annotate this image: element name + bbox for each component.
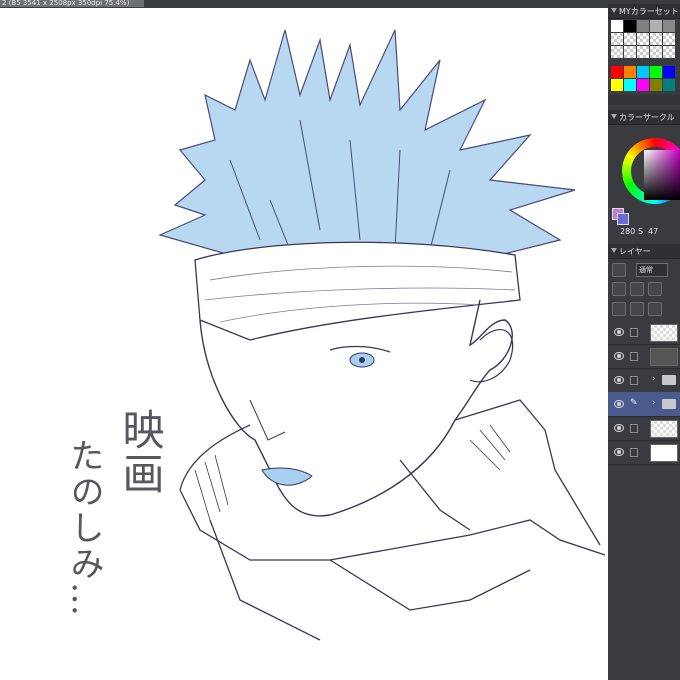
- saturation-value-square[interactable]: [644, 150, 680, 200]
- collapse-icon: [611, 248, 617, 253]
- swatch[interactable]: [611, 79, 623, 91]
- pen-icon: ✎: [630, 398, 638, 408]
- reference-button[interactable]: [648, 282, 662, 296]
- swatch[interactable]: [650, 33, 662, 45]
- eye-icon[interactable]: [614, 376, 624, 384]
- document-titlebar: 2 (B5 3541 x 2508px 350dpi 75.4%): [0, 0, 608, 8]
- s-value: 47: [648, 227, 659, 236]
- swatch[interactable]: [663, 66, 675, 78]
- swatch[interactable]: [663, 79, 675, 91]
- swatch[interactable]: [663, 20, 675, 32]
- lips: [261, 467, 313, 486]
- document-tab[interactable]: 2 (B5 3541 x 2508px 350dpi 75.4%): [0, 0, 144, 7]
- handwritten-text-2: たのしみ…: [64, 438, 104, 618]
- lock-button[interactable]: [630, 282, 644, 296]
- swatch[interactable]: [624, 20, 636, 32]
- hue-value: 280: [620, 227, 636, 236]
- color-set-footer: [608, 95, 680, 105]
- layer-thumbnail: [650, 324, 678, 342]
- sub-color-swatch[interactable]: [617, 213, 629, 225]
- eye-icon[interactable]: [614, 352, 624, 360]
- layer-thumbnail: [650, 420, 678, 438]
- layer-thumbnail: [650, 348, 678, 366]
- color-circle-title: カラーサークル: [619, 113, 675, 122]
- new-folder-button[interactable]: [630, 302, 644, 316]
- layer-thumbnail: [650, 444, 678, 462]
- lock-icon[interactable]: [630, 352, 638, 361]
- collapse-icon: [611, 8, 617, 13]
- lock-icon[interactable]: [630, 448, 638, 457]
- handwritten-text-1: 映画: [116, 408, 165, 496]
- swatch[interactable]: [611, 66, 623, 78]
- layer-row-folder-selected[interactable]: ✎ ›: [608, 392, 680, 417]
- color-set-header[interactable]: MYカラーセット: [608, 4, 680, 19]
- lock-icon[interactable]: [630, 424, 638, 433]
- swatch[interactable]: [650, 79, 662, 91]
- eye-icon[interactable]: [614, 400, 624, 408]
- eye-icon[interactable]: [614, 448, 624, 456]
- swatch[interactable]: [611, 33, 623, 45]
- drawing-canvas[interactable]: 映画 たのしみ…: [0, 8, 608, 680]
- lock-icon[interactable]: [630, 328, 638, 337]
- swatch[interactable]: [624, 46, 636, 58]
- layer-header[interactable]: レイヤー: [608, 244, 680, 259]
- eye-icon[interactable]: [614, 328, 624, 336]
- new-layer-button[interactable]: [612, 302, 626, 316]
- layer-row[interactable]: [608, 320, 680, 345]
- swatch[interactable]: [637, 79, 649, 91]
- layer-actions-row: [608, 300, 680, 316]
- swatch[interactable]: [624, 33, 636, 45]
- collapse-icon: [611, 114, 617, 119]
- swatch[interactable]: [663, 46, 675, 58]
- swatch[interactable]: [637, 46, 649, 58]
- collar: [179, 399, 606, 641]
- hair: [158, 29, 576, 276]
- swatch[interactable]: [663, 33, 675, 45]
- blend-mode-select[interactable]: 通常: [636, 263, 668, 277]
- layer-row[interactable]: [608, 344, 680, 369]
- folder-icon: [662, 399, 676, 409]
- eye-icon[interactable]: [614, 424, 624, 432]
- swatch[interactable]: [611, 46, 623, 58]
- layer-tools-row: [608, 280, 680, 296]
- color-set-title: MYカラーセット: [619, 7, 679, 16]
- clip-button[interactable]: [612, 282, 626, 296]
- delete-layer-button[interactable]: [648, 302, 662, 316]
- swatch[interactable]: [611, 20, 623, 32]
- swatch[interactable]: [650, 66, 662, 78]
- s-label: S: [638, 227, 644, 236]
- layer-row-paper[interactable]: [608, 440, 680, 465]
- blend-mode-row: 通常: [608, 262, 680, 278]
- swatch[interactable]: [637, 33, 649, 45]
- layer-title: レイヤー: [619, 247, 651, 256]
- swatch[interactable]: [650, 46, 662, 58]
- chevron-right-icon[interactable]: ›: [652, 398, 656, 408]
- layer-row-folder[interactable]: ›: [608, 368, 680, 393]
- lock-icon[interactable]: [630, 376, 638, 385]
- folder-icon: [662, 375, 676, 385]
- swatch[interactable]: [637, 66, 649, 78]
- layer-property-button[interactable]: [612, 263, 626, 277]
- swatch[interactable]: [650, 20, 662, 32]
- swatch[interactable]: [624, 79, 636, 91]
- layer-list-empty: [608, 465, 680, 680]
- layer-row[interactable]: [608, 416, 680, 441]
- hsv-readout: 280 S 47: [608, 226, 680, 238]
- swatch[interactable]: [624, 66, 636, 78]
- swatch[interactable]: [637, 20, 649, 32]
- chevron-right-icon[interactable]: ›: [652, 374, 656, 384]
- headband: [194, 241, 521, 341]
- color-circle-header[interactable]: カラーサークル: [608, 110, 680, 125]
- right-panel: MYカラーセット カラーサークル 280 S 47 レイヤー 通常 › ✎ ›: [608, 0, 680, 680]
